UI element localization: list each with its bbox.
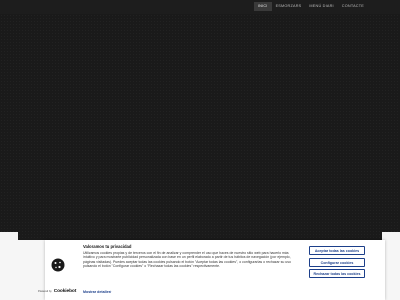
main-nav: INICI ESMORZARS MENÚ DIARI CONTACTE xyxy=(253,2,368,11)
reject-all-cookies-button[interactable]: Rechazar todas las cookies xyxy=(309,269,365,278)
cookie-description: Utilizamos cookies propias y de terceros… xyxy=(83,251,291,269)
nav-item-esmorzars[interactable]: ESMORZARS xyxy=(272,2,306,11)
cookiebot-logo: Cookiebot xyxy=(53,289,77,294)
cookie-title: Valoramos tu privacidad xyxy=(83,244,132,249)
configure-cookies-button[interactable]: Configurar cookies xyxy=(309,258,365,267)
chevron-right-icon: › xyxy=(110,289,112,294)
nav-item-contacte[interactable]: CONTACTE xyxy=(338,2,368,11)
powered-by-label: Powered by xyxy=(38,290,52,293)
nav-item-menu-diari[interactable]: MENÚ DIARI xyxy=(305,2,337,11)
show-details-link[interactable]: Mostrar detalles xyxy=(83,290,111,294)
cookie-icon xyxy=(51,258,65,272)
hero-background xyxy=(0,14,400,240)
top-navigation-bar: INICI ESMORZARS MENÚ DIARI CONTACTE xyxy=(0,0,400,14)
accept-all-cookies-button[interactable]: Aceptar todas las cookies xyxy=(309,246,365,255)
powered-by-cookiebot[interactable]: Powered by Cookiebot xyxy=(38,289,76,294)
nav-item-inici[interactable]: INICI xyxy=(253,2,272,11)
